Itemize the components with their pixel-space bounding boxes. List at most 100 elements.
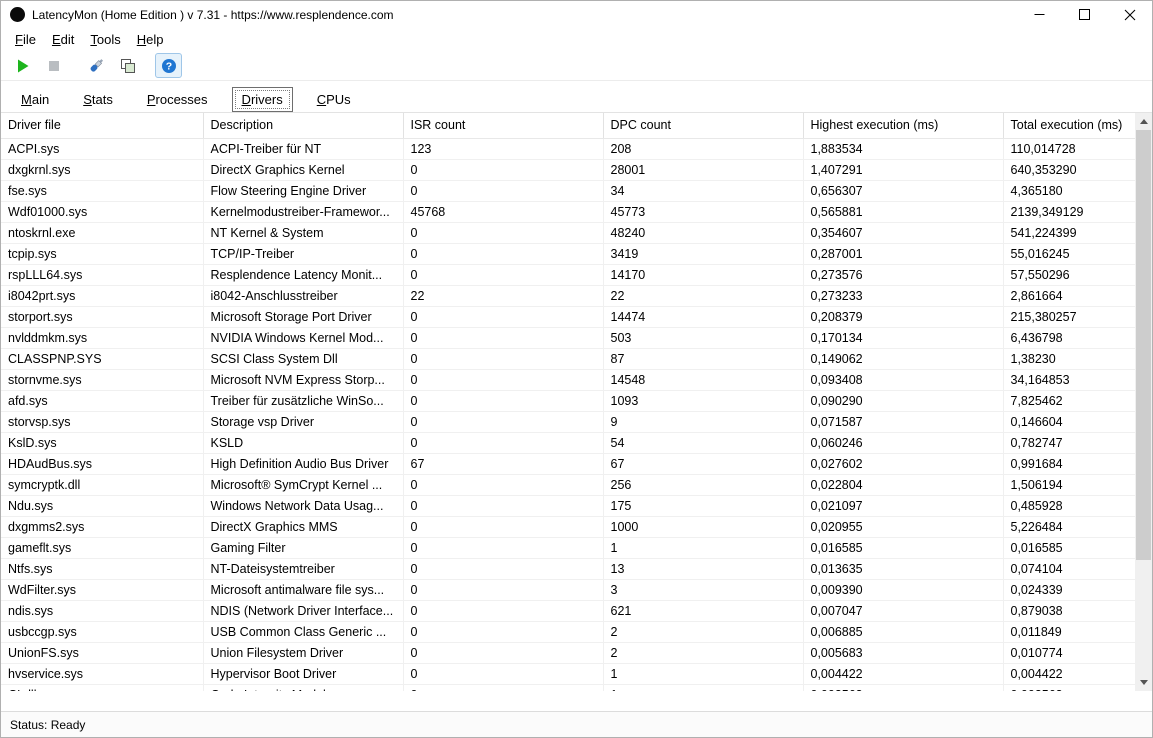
screwdriver-icon (90, 59, 104, 72)
table-row[interactable]: CLASSPNP.SYS SCSI Class System Dll 0 87 0,14… (1, 348, 1135, 370)
table-row[interactable]: CI.dllCode Integrity Module010,0035630,0… (1, 684, 1135, 691)
menu-help[interactable]: Help (129, 30, 172, 49)
table-cell: 4,365180 (1003, 180, 1135, 202)
table-cell: 0,485928 (1003, 495, 1135, 517)
table-row[interactable]: hvservice.sys Hypervisor Boot Driver 0 1 0,0… (1, 663, 1135, 685)
table-row[interactable]: usbccgp.sys USB Common Class Generic ... 0… (1, 621, 1135, 643)
table-cell: 9 (603, 411, 804, 433)
help-icon: ? (161, 58, 176, 73)
table-row[interactable]: ntoskrnl.exe NT Kernel & System 0 48240 0,35… (1, 222, 1135, 244)
table-row[interactable]: afd.sys Treiber für zusätzliche WinSo... 0… (1, 390, 1135, 412)
table-cell: 0,208379 (803, 306, 1004, 328)
statusbar: Status: Ready (1, 711, 1152, 737)
table-row[interactable]: WdFilter.sys Microsoft antimalware file s… (1, 579, 1135, 601)
table-row[interactable]: KslD.sys KSLD 0 54 0,060246 0,782747 (1, 432, 1135, 454)
table-cell: 2 (603, 621, 804, 643)
table-cell: 2139,349129 (1003, 201, 1135, 223)
table-cell: 0,879038 (1003, 600, 1135, 622)
table-cell: 1 (603, 684, 804, 691)
menu-edit[interactable]: Edit (44, 30, 82, 49)
table-cell: 0,093408 (803, 369, 1004, 391)
table-cell: storvsp.sys (1, 411, 204, 433)
table-cell: 0 (403, 537, 604, 559)
table-cell: 0,010774 (1003, 642, 1135, 664)
table-row[interactable]: Wdf01000.sys Kernelmodustreiber-Framewor.… (1, 201, 1135, 223)
table-cell: 0,071587 (803, 411, 1004, 433)
menu-tools[interactable]: Tools (82, 30, 128, 49)
table-cell: Microsoft Storage Port Driver (203, 306, 404, 328)
tab-drivers[interactable]: Drivers (231, 87, 293, 112)
help-button[interactable]: ? (155, 53, 182, 78)
close-icon (1124, 9, 1135, 20)
table-cell: 7,825462 (1003, 390, 1135, 412)
table-row[interactable]: storport.sys Microsoft Storage Port Drive… (1, 306, 1135, 328)
table-cell: 34,164853 (1003, 369, 1135, 391)
table-cell: 0 (403, 432, 604, 454)
column-header-total-execution[interactable]: Total execution (ms) (1003, 113, 1135, 139)
column-header-isr-count[interactable]: ISR count (403, 113, 604, 139)
table-cell: ntoskrnl.exe (1, 222, 204, 244)
table-cell: 0,149062 (803, 348, 1004, 370)
table-row[interactable]: nvlddmkm.sys NVIDIA Windows Kernel Mod...… (1, 327, 1135, 349)
table-cell: 22 (403, 285, 604, 307)
app-icon[interactable] (10, 7, 25, 22)
start-monitor-button[interactable] (9, 53, 36, 78)
table-row[interactable]: dxgkrnl.sys DirectX Graphics Kernel 0 28001… (1, 159, 1135, 181)
column-header-driver-file[interactable]: Driver file (1, 113, 204, 139)
table-cell: UnionFS.sys (1, 642, 204, 664)
options-button[interactable] (83, 53, 110, 78)
table-cell: dxgmms2.sys (1, 516, 204, 538)
table-row[interactable]: dxgmms2.sys DirectX Graphics MMS 0 1000 0,02… (1, 516, 1135, 538)
table-cell: 3 (603, 579, 804, 601)
table-cell: 0 (403, 327, 604, 349)
stop-icon (48, 60, 59, 71)
table-cell: Windows Network Data Usag... (203, 495, 404, 517)
column-header-dpc-count[interactable]: DPC count (603, 113, 804, 139)
vertical-scrollbar[interactable] (1135, 113, 1152, 691)
table-cell: 0,007047 (803, 600, 1004, 622)
table-cell: 123 (403, 138, 604, 160)
table-row[interactable]: gameflt.sys Gaming Filter 0 1 0,016585 0,0165… (1, 537, 1135, 559)
table-row[interactable]: stornvme.sys Microsoft NVM Express Storp.… (1, 369, 1135, 391)
table-cell: 14474 (603, 306, 804, 328)
window-controls (1017, 1, 1152, 28)
table-row[interactable]: HDAudBus.sys High Definition Audio Bus Dr… (1, 453, 1135, 475)
scrollbar-down-button[interactable] (1135, 674, 1152, 691)
table-row[interactable]: UnionFS.sys Union Filesystem Driver 0 2 0,00… (1, 642, 1135, 664)
table-cell: 503 (603, 327, 804, 349)
table-cell: 0 (403, 516, 604, 538)
table-cell: 55,016245 (1003, 243, 1135, 265)
table-row[interactable]: rspLLL64.sys Resplendence Latency Monit..… (1, 264, 1135, 286)
table-row[interactable]: Ndu.sys Windows Network Data Usag... 0 175 0… (1, 495, 1135, 517)
table-row[interactable]: Ntfs.sys NT-Dateisystemtreiber 0 13 0,013635… (1, 558, 1135, 580)
table-cell: 0 (403, 558, 604, 580)
copy-report-button[interactable] (114, 53, 141, 78)
arrow-up-icon (1139, 119, 1148, 124)
maximize-button[interactable] (1062, 1, 1107, 28)
tab-stats[interactable]: Stats (73, 87, 123, 112)
scrollbar-thumb[interactable] (1136, 130, 1151, 560)
table-row[interactable]: storvsp.sys Storage vsp Driver 0 9 0,071587 0… (1, 411, 1135, 433)
table-cell: 87 (603, 348, 804, 370)
tab-cpus[interactable]: CPUs (307, 87, 361, 112)
table-cell: NDIS (Network Driver Interface... (203, 600, 404, 622)
scrollbar-up-button[interactable] (1135, 113, 1152, 130)
table-row[interactable]: ndis.sys NDIS (Network Driver Interface..… (1, 600, 1135, 622)
table-row[interactable]: fse.sys Flow Steering Engine Driver 0 34 0,6… (1, 180, 1135, 202)
titlebar[interactable]: LatencyMon (Home Edition ) v 7.31 - http… (1, 1, 1152, 28)
table-cell: 0,273233 (803, 285, 1004, 307)
minimize-button[interactable] (1017, 1, 1062, 28)
stop-monitor-button[interactable] (40, 53, 67, 78)
table-row[interactable]: symcryptk.dll Microsoft® SymCrypt Kernel … (1, 474, 1135, 496)
table-row[interactable]: tcpip.sys TCP/IP-Treiber 0 3419 0,287001 55,0… (1, 243, 1135, 265)
table-cell: 0,782747 (1003, 432, 1135, 454)
column-header-highest-execution[interactable]: Highest execution (ms) (803, 113, 1004, 139)
menu-file[interactable]: File (7, 30, 44, 49)
toolbar: ? (1, 51, 1152, 81)
table-row[interactable]: ACPI.sys ACPI-Treiber für NT 123 208 1,88353… (1, 138, 1135, 160)
tab-processes[interactable]: Processes (137, 87, 218, 112)
column-header-description[interactable]: Description (203, 113, 404, 139)
table-row[interactable]: i8042prt.sys i8042-Anschlusstreiber 22 22 0,… (1, 285, 1135, 307)
close-button[interactable] (1107, 1, 1152, 28)
tab-main[interactable]: Main (11, 87, 59, 112)
